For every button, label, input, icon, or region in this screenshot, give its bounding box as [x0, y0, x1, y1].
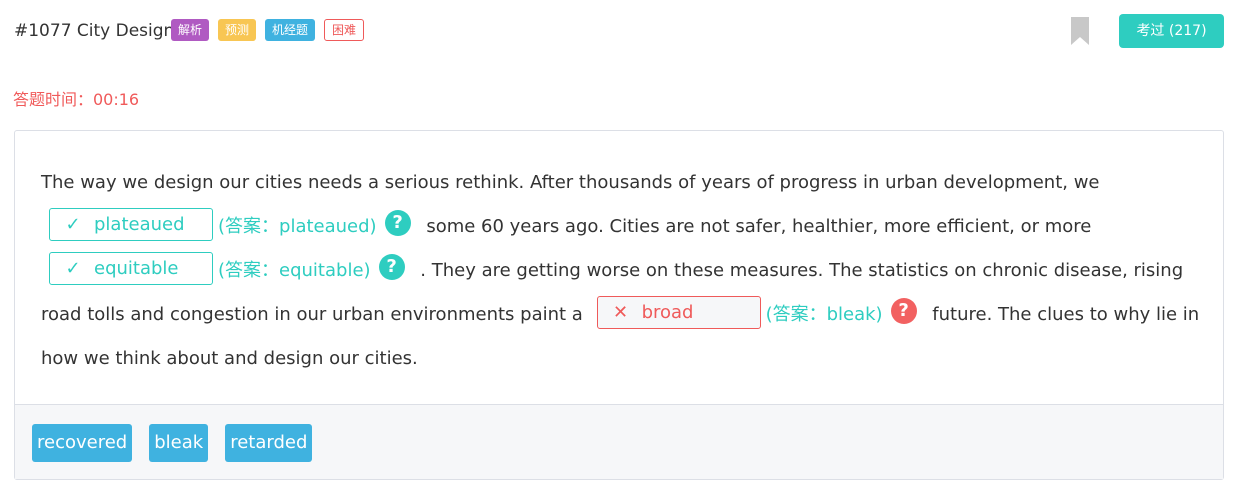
cross-icon: ✕ [613, 301, 629, 323]
blank-3-value: broad [641, 301, 694, 323]
check-icon: ✓ [65, 257, 81, 279]
passage-text: The way we design our cities needs a ser… [41, 161, 1206, 381]
help-icon[interactable]: ? [378, 254, 405, 280]
blank-1-answer: (答案：plateaued) [218, 216, 377, 237]
question-title: #1077 City Design [14, 21, 175, 41]
exam-count-button[interactable]: 考过 (217) [1119, 14, 1224, 48]
blank-1-value: plateaued [94, 213, 185, 235]
blank-2-input[interactable]: ✓ equitable [49, 251, 213, 285]
blank-2-answer: (答案：equitable) [218, 260, 371, 281]
option-word[interactable]: retarded [225, 424, 313, 462]
check-icon: ✓ [65, 213, 81, 235]
option-list: recovered bleak retarded [32, 424, 313, 462]
tag-difficulty: 困难 [324, 19, 365, 41]
answer-timer: 答题时间：00:16 [13, 90, 140, 109]
tag-prediction[interactable]: 预测 [218, 19, 257, 41]
passage-segment: The way we design our cities needs a ser… [41, 172, 1100, 193]
option-word[interactable]: bleak [149, 424, 209, 462]
question-panel: The way we design our cities needs a ser… [14, 130, 1224, 480]
tag-list: 解析 预测 机经题 困难 [171, 19, 365, 41]
tag-exam-question[interactable]: 机经题 [265, 19, 316, 41]
blank-2-value: equitable [94, 257, 179, 279]
blank-1-input[interactable]: ✓ plateaued [49, 207, 213, 241]
blank-3-answer: (答案：bleak) [765, 304, 883, 325]
header: #1077 City Design 解析 预测 机经题 困难 考过 (217) [14, 14, 1224, 50]
option-word[interactable]: recovered [32, 424, 133, 462]
help-icon[interactable]: ? [890, 298, 917, 324]
passage-segment: some 60 years ago. Cities are not safer,… [426, 216, 1092, 237]
option-bank: recovered bleak retarded [15, 404, 1223, 479]
tag-analysis[interactable]: 解析 [171, 19, 210, 41]
help-icon[interactable]: ? [384, 210, 411, 236]
blank-3-input[interactable]: ✕ broad [596, 295, 761, 329]
bookmark-icon[interactable] [1071, 17, 1089, 45]
